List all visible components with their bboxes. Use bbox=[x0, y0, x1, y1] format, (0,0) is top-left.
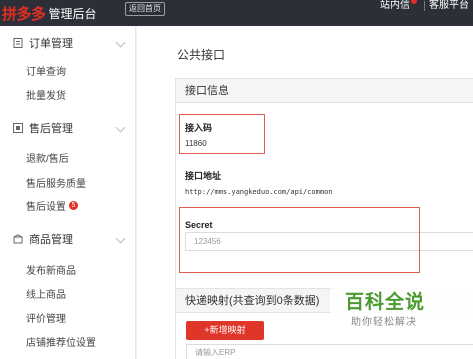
sidebar-section-label: 订单管理 bbox=[29, 38, 73, 50]
document-icon bbox=[13, 38, 23, 48]
sidebar-item-after-sale-settings[interactable]: 售后设置 5 bbox=[26, 198, 78, 213]
sidebar-item-label: 售后设置 bbox=[26, 202, 66, 213]
sidebar-item-store-recommend[interactable]: 店铺推荐位设置 bbox=[26, 334, 96, 349]
sidebar-item-order-query[interactable]: 订单查询 bbox=[26, 63, 66, 78]
logo[interactable]: 拼多多 管理后台 bbox=[2, 2, 97, 24]
sidebar-section-orders[interactable]: 订单管理 bbox=[0, 28, 136, 58]
sidebar-item-refund[interactable]: 退款/售后 bbox=[26, 150, 69, 165]
sidebar-item-service-quality[interactable]: 售后服务质量 bbox=[26, 175, 86, 190]
panel-title: 接口信息 bbox=[176, 79, 473, 103]
chevron-down-icon bbox=[115, 122, 126, 133]
inbox-link[interactable]: 站内信 bbox=[376, 0, 417, 12]
chevron-down-icon bbox=[115, 233, 126, 244]
add-mapping-button[interactable]: +新增映射 bbox=[186, 321, 264, 340]
url-label: 接口地址 bbox=[185, 171, 222, 181]
notification-dot bbox=[411, 0, 417, 4]
highlight-box-secret bbox=[179, 207, 420, 273]
url-value: http://mms.yangkeduo.com/api/common bbox=[185, 188, 333, 196]
sidebar: 订单管理 订单查询 批量发货 售后管理 退款/售后 售后服务质量 售后设置 5 … bbox=[0, 26, 136, 359]
after-sale-icon bbox=[13, 123, 23, 133]
sidebar-item-batch-ship[interactable]: 批量发货 bbox=[26, 87, 66, 102]
erp-input[interactable]: 请输入ERP bbox=[186, 344, 473, 359]
sidebar-section-label: 商品管理 bbox=[29, 234, 73, 246]
top-links: 站内信 客服平台 bbox=[376, 0, 473, 12]
watermark-title: 百科全说 bbox=[345, 292, 426, 313]
service-platform-link[interactable]: 客服平台 bbox=[425, 0, 473, 12]
logo-brand: 拼多多 bbox=[2, 5, 46, 23]
chevron-down-icon bbox=[115, 37, 126, 48]
count-badge: 5 bbox=[69, 201, 78, 210]
sidebar-item-new-product[interactable]: 发布新商品 bbox=[26, 262, 76, 277]
sidebar-item-reviews[interactable]: 评价管理 bbox=[26, 310, 66, 325]
watermark-subtitle: 助你轻松解决 bbox=[351, 317, 417, 328]
product-icon bbox=[13, 234, 23, 244]
page-title: 公共接口 bbox=[177, 48, 226, 62]
watermark: 百科全说 助你轻松解决 bbox=[330, 285, 473, 333]
back-home-button[interactable]: 返回首页 bbox=[125, 2, 165, 16]
top-bar: 拼多多 管理后台 返回首页 站内信 客服平台 bbox=[0, 0, 473, 26]
highlight-box-access-code bbox=[179, 114, 265, 154]
logo-title: 管理后台 bbox=[48, 6, 97, 21]
sidebar-section-products[interactable]: 商品管理 bbox=[0, 224, 136, 254]
sidebar-item-online-products[interactable]: 线上商品 bbox=[26, 286, 66, 301]
sidebar-section-after-sales[interactable]: 售后管理 bbox=[0, 113, 136, 143]
sidebar-section-label: 售后管理 bbox=[29, 123, 73, 135]
inbox-link-label: 站内信 bbox=[380, 0, 410, 11]
